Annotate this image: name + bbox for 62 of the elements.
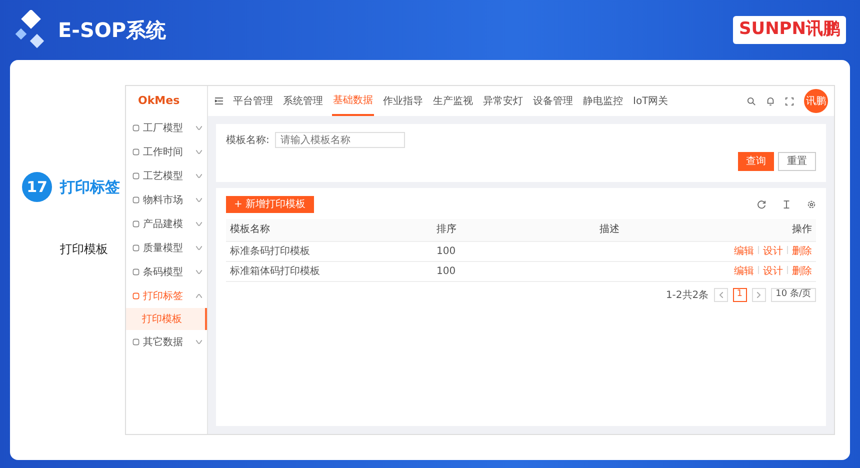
sidebar-item[interactable]: 工作时间 <box>126 140 207 164</box>
menu-item-icon <box>132 338 140 346</box>
chevron-left-icon <box>718 292 723 298</box>
column-height-icon[interactable] <box>782 200 791 209</box>
column-header: 描述 <box>550 219 668 241</box>
caret-icon <box>196 126 202 130</box>
menu-item-icon <box>132 124 140 132</box>
nav-tab[interactable]: IoT网关 <box>632 86 670 116</box>
page-size-select[interactable]: 10 条/页 <box>770 288 816 302</box>
nav-tab[interactable]: 系统管理 <box>282 86 324 116</box>
nav-tab[interactable]: 平台管理 <box>232 86 274 116</box>
menu-item-icon <box>132 268 140 276</box>
sidebar-item[interactable]: 工艺模型 <box>126 164 207 188</box>
step-number: 17 <box>22 172 52 202</box>
table-cell: 标准箱体码打印模板 <box>226 261 432 281</box>
nav-tab[interactable]: 生产监视 <box>432 86 474 116</box>
fullscreen-icon[interactable] <box>785 96 794 106</box>
nav-tab[interactable]: 设备管理 <box>532 86 574 116</box>
sidebar-item[interactable]: 物料市场 <box>126 188 207 212</box>
caret-icon <box>196 222 202 226</box>
menu-item-icon <box>132 148 140 156</box>
reset-button[interactable]: 重置 <box>778 152 816 171</box>
nav-tab[interactable]: 静电监控 <box>582 86 624 116</box>
caret-icon <box>196 174 202 178</box>
column-header: 操作 <box>668 219 816 241</box>
menu-fold-icon[interactable] <box>214 96 224 106</box>
column-header: 模板名称 <box>226 219 432 241</box>
sidebar-item[interactable]: 工厂模型 <box>126 116 207 140</box>
pagination-summary: 1-2共2条 <box>666 288 709 302</box>
table-cell: 100 <box>432 261 550 281</box>
menu-item-icon <box>132 196 140 204</box>
caret-icon <box>196 150 202 154</box>
sidebar-item[interactable]: 其它数据 <box>126 330 207 354</box>
template-name-field[interactable]: 请输入模板名称 <box>275 132 406 148</box>
menu-item-icon <box>132 172 140 180</box>
nav-tab[interactable]: 异常安灯 <box>482 86 524 116</box>
filter-label: 模板名称: <box>226 134 270 148</box>
bell-icon[interactable] <box>766 96 775 106</box>
caret-icon <box>196 340 202 344</box>
step-subtitle: 打印模板 <box>59 241 109 258</box>
caret-icon <box>196 270 202 274</box>
menu-item-icon <box>132 292 140 300</box>
refresh-icon[interactable] <box>757 200 766 209</box>
menu-item-icon <box>132 220 140 228</box>
app-title: E-SOP系统 <box>58 17 166 44</box>
brand-logo: SUNPN讯鹏 <box>733 16 846 44</box>
step-title: 打印标签 <box>60 176 120 198</box>
chevron-right-icon <box>756 292 761 298</box>
caret-icon <box>196 198 202 202</box>
settings-icon[interactable] <box>807 200 816 209</box>
table-cell: 100 <box>432 241 550 261</box>
app-logo: OkMes <box>137 92 181 109</box>
caret-icon <box>196 246 202 250</box>
sidebar-item[interactable]: 条码模型 <box>126 260 207 284</box>
menu-item-icon <box>132 244 140 252</box>
sidebar-item[interactable]: 质量模型 <box>126 236 207 260</box>
sidebar-item[interactable]: 产品建模 <box>126 212 207 236</box>
column-header: 排序 <box>432 219 550 241</box>
nav-tab[interactable]: 作业指导 <box>382 86 424 116</box>
search-icon[interactable] <box>747 96 756 106</box>
table-cell: 标准条码打印模板 <box>226 241 432 261</box>
caret-icon <box>196 294 202 298</box>
